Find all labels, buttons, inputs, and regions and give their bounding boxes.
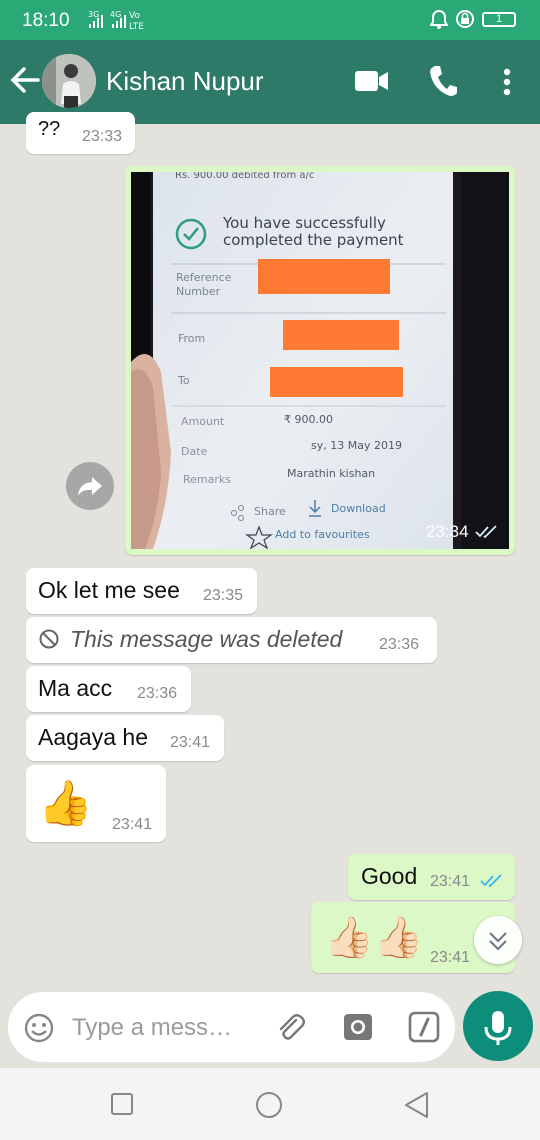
message-composer[interactable]: Type a mess…	[8, 992, 455, 1062]
payment-screenshot-photo: Rs. 900.00 debited from a/c You have suc…	[131, 172, 509, 549]
message-time: 23:41	[170, 734, 211, 751]
message-incoming[interactable]: 👍 23:41	[26, 765, 166, 842]
phone-icon[interactable]	[428, 64, 458, 98]
system-navigation-bar	[0, 1068, 540, 1140]
image-message[interactable]: Rs. 900.00 debited from a/c You have suc…	[125, 166, 515, 555]
emoji-thumbs-up-pair: 👍🏻👍🏻	[324, 916, 424, 960]
battery-icon: 1	[482, 11, 516, 27]
svg-text:4G: 4G	[110, 10, 121, 19]
forward-button[interactable]	[66, 462, 114, 510]
lock-icon	[456, 10, 474, 28]
photo-top-text: Rs. 900.00 debited from a/c	[175, 172, 314, 181]
camera-icon[interactable]	[342, 1011, 374, 1043]
back-arrow-icon[interactable]	[8, 60, 42, 100]
avatar[interactable]	[42, 54, 96, 108]
microphone-icon	[484, 1011, 512, 1045]
photo-ref-label2: Number	[176, 285, 221, 298]
svg-text:3G: 3G	[88, 10, 99, 19]
photo-ref-label1: Reference	[176, 271, 232, 284]
photo-success-line2: completed the payment	[223, 231, 404, 249]
recent-apps-icon[interactable]	[110, 1092, 134, 1116]
svg-text:Vo: Vo	[129, 11, 140, 21]
message-text: Good	[361, 863, 418, 889]
message-time: 23:36	[379, 636, 420, 653]
status-time: 18:10	[22, 10, 70, 31]
chat-messages[interactable]: ?? 23:33 Rs. 900.00 debited from a/c You…	[0, 112, 540, 990]
emoji-thumbs-up: 👍	[38, 779, 93, 828]
read-receipt-icon	[475, 525, 497, 539]
payment-slash-icon[interactable]	[408, 1011, 440, 1043]
contact-name[interactable]: Kishan Nupur	[106, 66, 264, 97]
message-incoming[interactable]: ?? 23:33	[26, 112, 135, 154]
photo-remarks-value: Marathin kishan	[287, 467, 375, 480]
message-time: 23:33	[82, 128, 123, 145]
message-text: Aagaya he	[38, 724, 148, 750]
message-time: 23:35	[203, 587, 244, 604]
photo-date-label: Date	[181, 445, 208, 458]
photo-fav-label: Add to favourites	[275, 528, 370, 541]
video-call-icon[interactable]	[354, 68, 390, 94]
deleted-message-text: This message was deleted	[70, 626, 343, 652]
photo-remarks-label: Remarks	[183, 473, 231, 486]
photo-amount-label: Amount	[181, 415, 225, 428]
photo-amount-value: ₹ 900.00	[284, 413, 333, 426]
attach-icon[interactable]	[274, 1010, 308, 1044]
more-options-icon[interactable]	[500, 68, 514, 98]
message-incoming[interactable]: Ma acc 23:36	[26, 666, 191, 712]
forward-icon	[78, 477, 102, 496]
message-text: Ma acc	[38, 675, 113, 701]
status-bar: 18:10 3G 4G Vo LTE 1	[0, 0, 540, 40]
voice-message-button[interactable]	[463, 991, 533, 1061]
message-time: 23:41	[430, 949, 471, 966]
alarm-icon	[430, 9, 448, 29]
emoji-icon[interactable]	[23, 1012, 55, 1044]
deleted-message[interactable]: This message was deleted 23:36	[26, 617, 437, 663]
message-time: 23:36	[137, 685, 178, 702]
photo-download-label: Download	[331, 502, 386, 515]
back-nav-icon[interactable]	[402, 1090, 432, 1120]
double-chevron-down-icon	[489, 932, 507, 951]
message-time: 23:41	[112, 816, 153, 833]
scroll-to-bottom-button[interactable]	[474, 916, 522, 964]
photo-share-label: Share	[254, 505, 286, 518]
signal-indicator: 3G 4G Vo LTE	[88, 8, 168, 35]
photo-date-value: sy, 13 May 2019	[311, 439, 402, 452]
message-outgoing[interactable]: Good 23:41	[348, 854, 515, 900]
photo-from-label: From	[178, 332, 205, 345]
message-incoming[interactable]: Ok let me see 23:35	[26, 568, 257, 614]
message-input[interactable]: Type a mess…	[72, 1014, 232, 1042]
message-text: Ok let me see	[38, 577, 180, 603]
svg-text:LTE: LTE	[129, 22, 144, 32]
home-icon[interactable]	[254, 1090, 284, 1120]
read-receipt-icon	[480, 874, 502, 888]
message-time: 23:34	[426, 522, 469, 541]
message-time: 23:41	[430, 873, 471, 890]
message-incoming[interactable]: Aagaya he 23:41	[26, 715, 224, 761]
message-text: ??	[38, 118, 61, 140]
photo-to-label: To	[177, 374, 190, 387]
photo-success-line1: You have successfully	[222, 214, 386, 232]
blocked-icon	[39, 629, 59, 649]
